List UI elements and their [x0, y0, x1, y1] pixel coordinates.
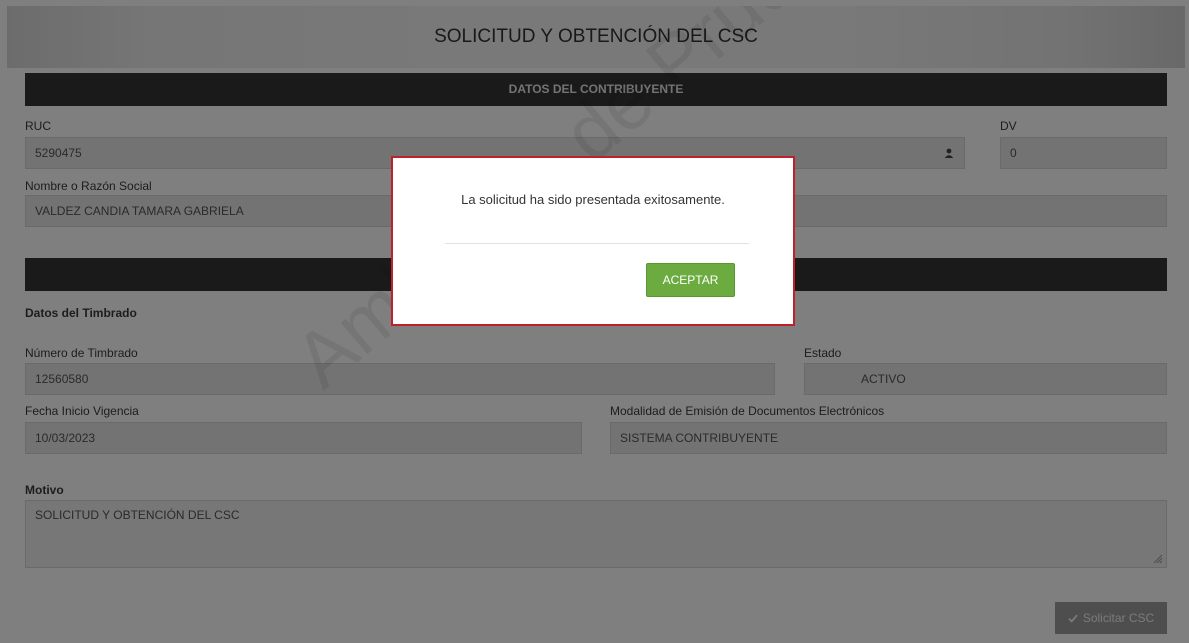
modal-divider — [445, 243, 749, 244]
aceptar-button[interactable]: ACEPTAR — [646, 263, 735, 297]
modal-message: La solicitud ha sido presentada exitosam… — [461, 192, 725, 207]
success-modal: La solicitud ha sido presentada exitosam… — [391, 156, 795, 326]
